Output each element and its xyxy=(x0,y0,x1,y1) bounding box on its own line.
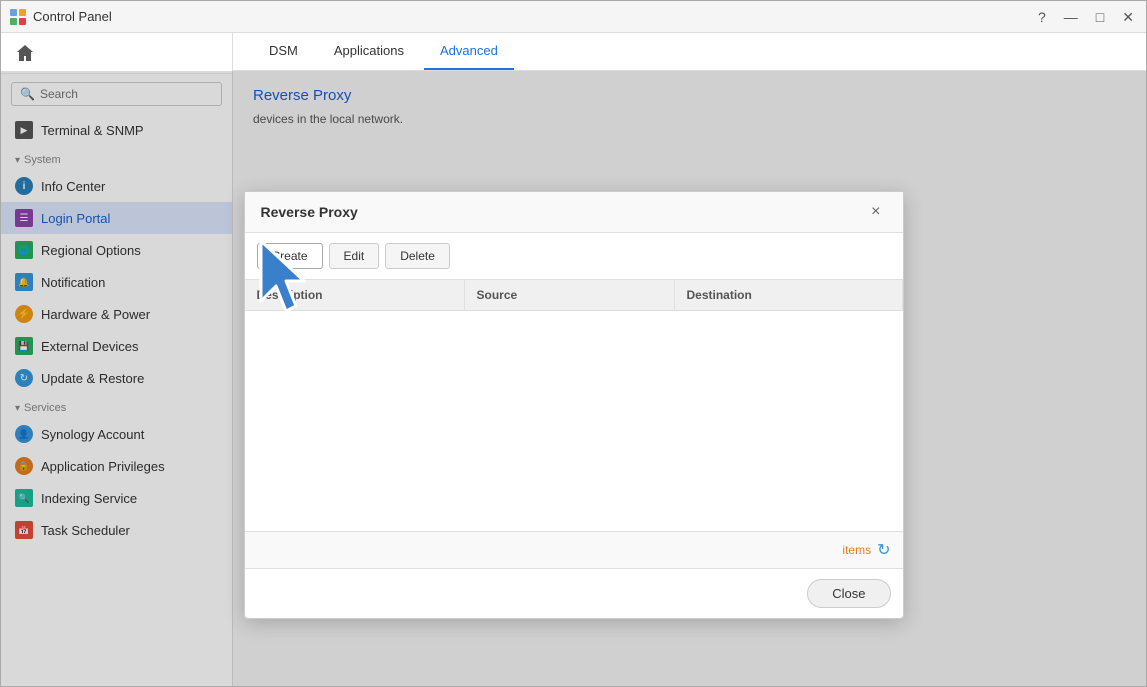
titlebar: Control Panel ? — □ ✕ xyxy=(1,1,1146,33)
close-modal-button[interactable]: Close xyxy=(807,579,890,608)
maximize-button[interactable]: □ xyxy=(1092,8,1108,26)
col-description: Description xyxy=(245,280,465,310)
modal-header: Reverse Proxy × xyxy=(245,192,903,233)
modal-close-button[interactable]: × xyxy=(865,202,886,222)
col-destination: Destination xyxy=(675,280,903,310)
col-source: Source xyxy=(465,280,675,310)
table-body xyxy=(245,311,903,531)
tab-bar: DSM Applications Advanced xyxy=(233,33,1146,71)
edit-button[interactable]: Edit xyxy=(329,243,380,269)
main-panel: DSM Applications Advanced Reverse Proxy … xyxy=(233,33,1146,686)
reverse-proxy-modal: Reverse Proxy × Create Edit Delete xyxy=(244,191,904,619)
modal-title: Reverse Proxy xyxy=(261,204,358,220)
modal-action-footer: Close xyxy=(245,568,903,618)
titlebar-left: Control Panel xyxy=(9,8,112,26)
refresh-button[interactable]: ↻ xyxy=(877,540,890,560)
sidebar-home-button[interactable] xyxy=(1,33,232,74)
tab-dsm[interactable]: DSM xyxy=(253,33,314,70)
control-panel-icon xyxy=(9,8,27,26)
main-content: Reverse Proxy devices in the local netwo… xyxy=(233,71,1146,686)
items-label: items xyxy=(842,543,871,557)
content-area: 🔍 ▶ Terminal & SNMP ▾ System i Info Cent… xyxy=(1,33,1146,686)
delete-button[interactable]: Delete xyxy=(385,243,450,269)
modal-footer: items ↻ xyxy=(245,531,903,568)
modal-toolbar: Create Edit Delete xyxy=(245,233,903,280)
tab-advanced[interactable]: Advanced xyxy=(424,33,514,70)
create-button[interactable]: Create xyxy=(257,243,323,269)
control-panel-window: Control Panel ? — □ ✕ 🔍 ▶ xyxy=(0,0,1147,687)
modal-overlay: Reverse Proxy × Create Edit Delete xyxy=(1,71,1146,686)
tab-applications[interactable]: Applications xyxy=(318,33,420,70)
footer-right: items ↻ xyxy=(842,540,890,560)
titlebar-controls: ? — □ ✕ xyxy=(1034,8,1138,26)
close-window-button[interactable]: ✕ xyxy=(1118,8,1138,26)
minimize-button[interactable]: — xyxy=(1060,8,1082,26)
home-icon xyxy=(15,43,35,63)
window-title: Control Panel xyxy=(33,9,112,24)
modal-table: Description Source Destination xyxy=(245,280,903,531)
help-button[interactable]: ? xyxy=(1034,8,1050,26)
table-header: Description Source Destination xyxy=(245,280,903,311)
